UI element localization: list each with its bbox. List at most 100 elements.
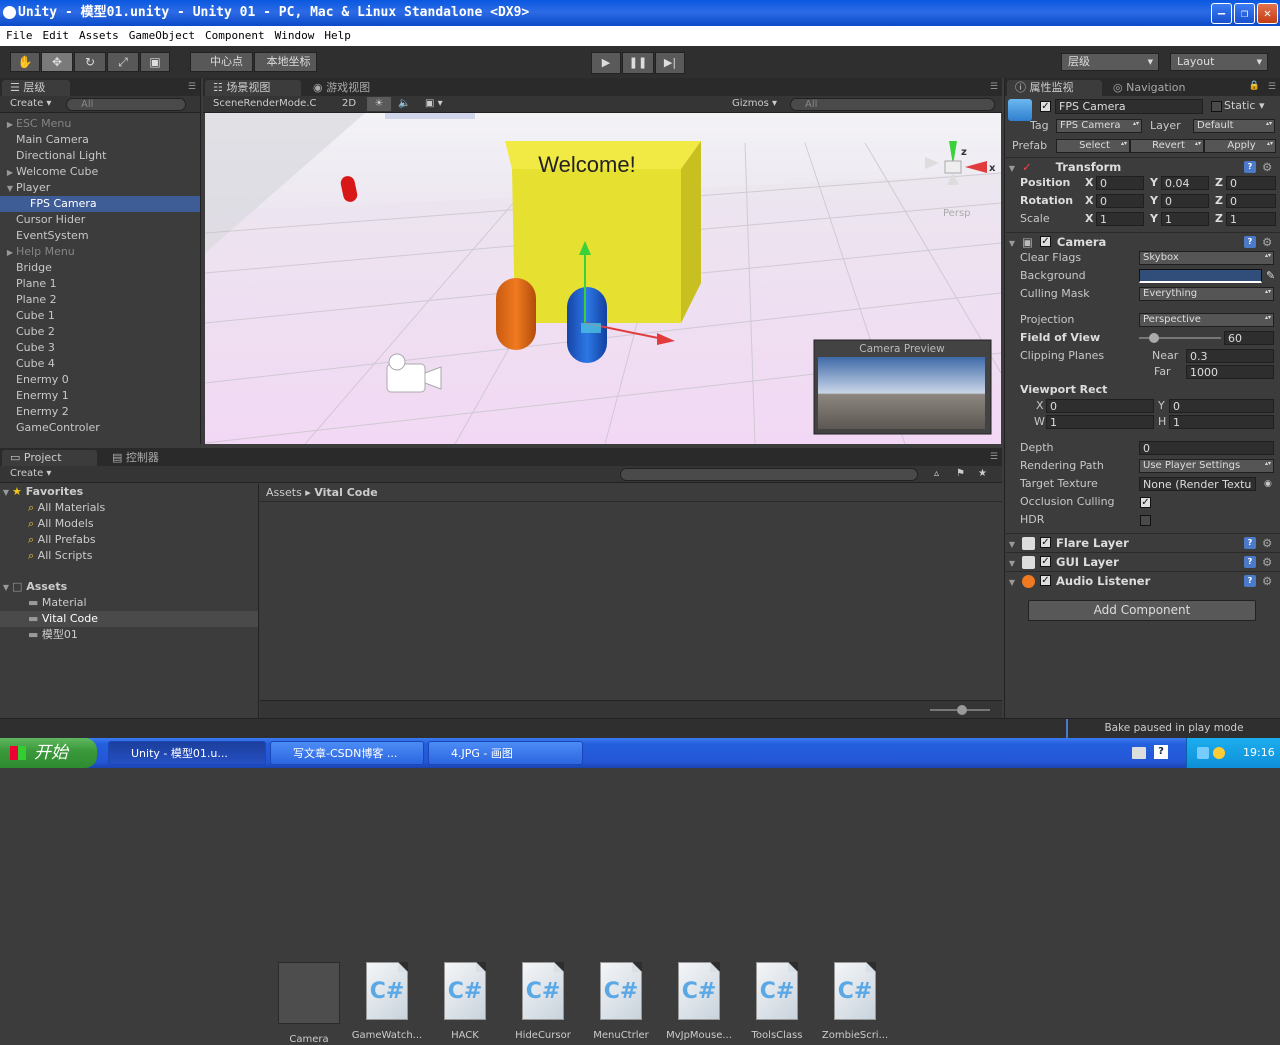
asset-item[interactable]: Camera xyxy=(272,962,346,1045)
rotation-y-field[interactable]: 0 xyxy=(1161,194,1209,208)
projection-dropdown[interactable]: Perspective xyxy=(1139,313,1274,327)
panel-menu-icon[interactable]: ☰ xyxy=(990,452,998,462)
minimize-button[interactable]: – xyxy=(1211,3,1232,24)
task-unity[interactable]: Unity - 模型01.u... xyxy=(108,741,266,765)
tab-project[interactable]: ▭ Project xyxy=(2,450,97,466)
help-book-icon[interactable]: ? xyxy=(1244,161,1256,173)
hierarchy-item[interactable]: Cube 2 xyxy=(0,324,200,340)
folder-item[interactable]: ▬ Material xyxy=(0,595,258,611)
tab-scene[interactable]: ☷ 场景视图 xyxy=(205,80,301,96)
fov-slider-thumb[interactable] xyxy=(1148,333,1159,343)
help-book-icon[interactable]: ? xyxy=(1244,537,1256,549)
scene-view[interactable]: Welcome! x z Persp Camera Preview xyxy=(205,113,1001,444)
gear-icon[interactable]: ⚙ xyxy=(1262,553,1272,572)
scale-y-field[interactable]: 1 xyxy=(1161,212,1209,226)
hierarchy-item[interactable]: ▶ Welcome Cube xyxy=(0,164,200,180)
gui-layer-header[interactable]: ▼ ✓ GUI Layer? ⚙ xyxy=(1006,552,1280,571)
project-create-button[interactable]: Create ▾ xyxy=(10,467,51,481)
rotation-x-field[interactable]: 0 xyxy=(1096,194,1144,208)
gizmos-dropdown[interactable]: Gizmos ▾ xyxy=(732,97,777,111)
hierarchy-item[interactable]: Cube 3 xyxy=(0,340,200,356)
tab-game[interactable]: ◉ 游戏视图 xyxy=(305,80,385,96)
viewport-w-field[interactable]: 1 xyxy=(1046,415,1154,429)
position-z-field[interactable]: 0 xyxy=(1226,176,1276,190)
rendering-path-dropdown[interactable]: Use Player Settings xyxy=(1139,459,1274,473)
hierarchy-item[interactable]: Plane 2 xyxy=(0,292,200,308)
position-y-field[interactable]: 0.04 xyxy=(1161,176,1209,190)
network-icon[interactable] xyxy=(1197,747,1209,759)
depth-field[interactable]: 0 xyxy=(1139,441,1274,455)
hierarchy-item[interactable]: Enermy 0 xyxy=(0,372,200,388)
object-picker-icon[interactable]: ◉ xyxy=(1264,475,1272,493)
filter-label-icon[interactable]: ⚑ xyxy=(956,467,965,481)
clear-flags-dropdown[interactable]: Skybox xyxy=(1139,251,1274,265)
asset-item[interactable]: C# ToolsClass xyxy=(740,962,814,1041)
expand-arrow-icon[interactable]: ▶ xyxy=(4,117,16,133)
breadcrumb-vital-code[interactable]: Vital Code xyxy=(314,486,377,499)
hierarchy-item[interactable]: Cube 4 xyxy=(0,356,200,372)
fov-field[interactable]: 60 xyxy=(1224,331,1274,345)
eyedropper-icon[interactable]: ✎ xyxy=(1266,267,1275,285)
far-field[interactable]: 1000 xyxy=(1186,365,1274,379)
scale-tool-icon[interactable]: ⤢ xyxy=(107,52,139,72)
menu-window[interactable]: Window xyxy=(269,26,319,46)
gear-icon[interactable]: ⚙ xyxy=(1262,572,1272,591)
static-checkbox[interactable] xyxy=(1211,101,1222,112)
hand-tool-icon[interactable]: ✋ xyxy=(10,52,40,72)
rect-tool-icon[interactable]: ▣ xyxy=(140,52,170,72)
audio-listener-checkbox[interactable]: ✓ xyxy=(1040,575,1051,586)
hierarchy-create-button[interactable]: Create ▾ xyxy=(10,97,51,111)
expand-arrow-icon[interactable]: ▶ xyxy=(4,165,16,181)
asset-item[interactable]: C# MenuCtrler xyxy=(584,962,658,1041)
help-book-icon[interactable]: ? xyxy=(1244,575,1256,587)
prefab-apply-button[interactable]: Apply xyxy=(1204,139,1276,153)
menu-edit[interactable]: Edit xyxy=(37,26,74,46)
menu-component[interactable]: Component xyxy=(199,26,269,46)
scale-z-field[interactable]: 1 xyxy=(1226,212,1276,226)
rotation-z-field[interactable]: 0 xyxy=(1226,194,1276,208)
audio-listener-header[interactable]: ▼ ✓ Audio Listener? ⚙ xyxy=(1006,571,1280,590)
hierarchy-item[interactable]: ▶ Help Menu xyxy=(0,244,200,260)
asset-item[interactable]: C# MvJpMouse... xyxy=(662,962,736,1041)
volume-icon[interactable] xyxy=(1213,747,1225,759)
step-button[interactable]: ▶| xyxy=(655,52,685,74)
culling-mask-dropdown[interactable]: Everything xyxy=(1139,287,1274,301)
asset-item[interactable]: C# GameWatch... xyxy=(350,962,424,1041)
tab-navigation[interactable]: ◎ Navigation xyxy=(1105,80,1200,96)
viewport-h-field[interactable]: 1 xyxy=(1169,415,1274,429)
hierarchy-item[interactable]: Main Camera xyxy=(0,132,200,148)
near-field[interactable]: 0.3 xyxy=(1186,349,1274,363)
hierarchy-item[interactable]: ▶ ESC Menu xyxy=(0,116,200,132)
active-checkbox[interactable]: ✓ xyxy=(1040,101,1051,112)
menu-help[interactable]: Help xyxy=(318,26,355,46)
pivot-toggle[interactable]: 中心点 xyxy=(190,52,253,72)
panel-menu-icon[interactable]: ☰ xyxy=(990,82,998,92)
collapse-arrow-icon[interactable]: ▼ xyxy=(1006,573,1018,592)
tab-inspector[interactable]: ⓘ 属性监视 xyxy=(1007,80,1102,96)
hierarchy-item[interactable]: Enermy 1 xyxy=(0,388,200,404)
layout-dropdown[interactable]: Layout xyxy=(1170,53,1268,71)
panel-menu-icon[interactable]: ☰ xyxy=(188,82,196,92)
favorite-star-icon[interactable]: ★ xyxy=(978,467,987,481)
effects-toggle-icon[interactable]: ▣ ▾ xyxy=(425,97,443,111)
gui-layer-checkbox[interactable]: ✓ xyxy=(1040,556,1051,567)
object-name-field[interactable]: FPS Camera xyxy=(1055,99,1203,114)
maximize-button[interactable]: ❐ xyxy=(1234,3,1255,24)
hierarchy-item[interactable]: Bridge xyxy=(0,260,200,276)
expand-arrow-icon[interactable]: ▼ xyxy=(4,181,16,197)
flare-layer-header[interactable]: ▼ ✓ Flare Layer? ⚙ xyxy=(1006,533,1280,552)
help-icon[interactable]: ? xyxy=(1154,745,1168,759)
flare-layer-checkbox[interactable]: ✓ xyxy=(1040,537,1051,548)
favorite-item[interactable]: ⌕ All Materials xyxy=(0,500,258,516)
menu-file[interactable]: File xyxy=(0,26,37,46)
menu-gameobject[interactable]: GameObject xyxy=(123,26,199,46)
gear-icon[interactable]: ⚙ xyxy=(1262,534,1272,553)
viewport-x-field[interactable]: 0 xyxy=(1046,399,1154,413)
help-book-icon[interactable]: ? xyxy=(1244,556,1256,568)
task-browser[interactable]: 写文章-CSDN博客 ... xyxy=(270,741,424,765)
expand-arrow-icon[interactable]: ▶ xyxy=(4,245,16,261)
local-toggle[interactable]: 本地坐标 xyxy=(254,52,317,72)
start-button[interactable]: 开始 xyxy=(0,738,97,768)
add-component-button[interactable]: Add Component xyxy=(1028,600,1256,621)
hierarchy-item[interactable]: ▼ Player xyxy=(0,180,200,196)
